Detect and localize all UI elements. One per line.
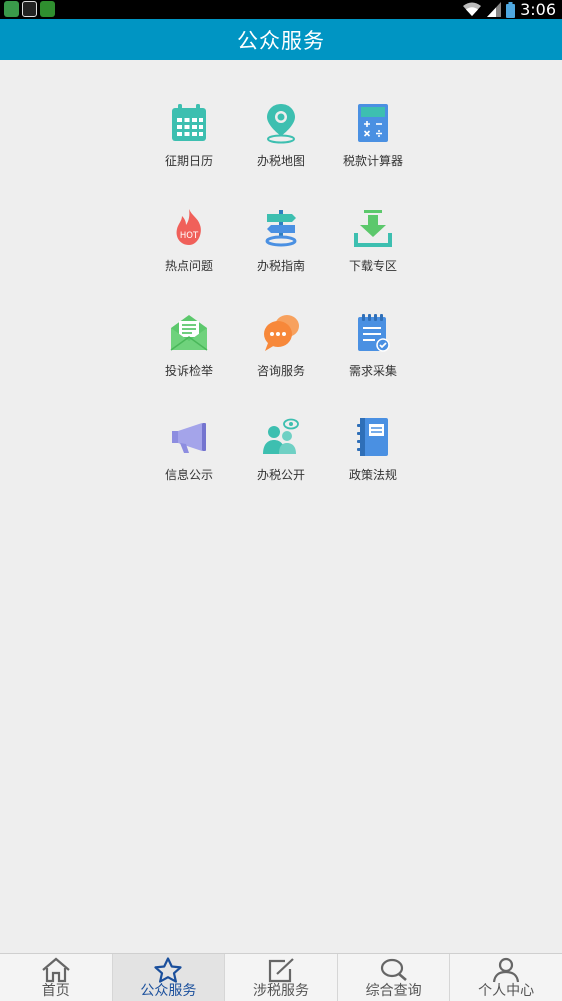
hot-flame-icon: HOT	[176, 209, 201, 245]
tile-label: 热点问题	[164, 259, 213, 273]
tile-tax-calculator[interactable]: 税款计算器	[327, 102, 419, 192]
calculator-icon	[358, 104, 388, 142]
nav-label: 公众服务	[140, 983, 197, 999]
nav-label: 涉税服务	[252, 983, 309, 999]
map-pin-icon	[267, 104, 295, 144]
battery-icon	[506, 1, 516, 18]
shield-notification-icon	[22, 1, 37, 17]
signpost-icon	[265, 210, 297, 247]
wifi-icon	[463, 2, 482, 16]
person-icon	[493, 957, 520, 983]
signal-icon	[487, 2, 502, 17]
nav-label: 个人中心	[478, 983, 535, 999]
tile-label: 征期日历	[164, 154, 213, 168]
tile-hot-questions[interactable]: HOT 热点问题	[143, 207, 235, 297]
nav-home[interactable]: 首页	[0, 954, 113, 1001]
page-title: 公众服务	[237, 28, 325, 53]
status-bar: 3:06	[0, 0, 562, 19]
tile-label: 办税指南	[256, 259, 305, 273]
tile-consulting-service[interactable]: 咨询服务	[235, 312, 327, 402]
tile-label: 信息公示	[164, 468, 213, 482]
tile-label: 咨询服务	[256, 364, 305, 378]
tile-policy-regulations[interactable]: 政策法规	[327, 416, 419, 506]
nav-query[interactable]: 综合查询	[338, 954, 451, 1001]
megaphone-icon	[172, 423, 206, 453]
tile-label: 办税地图	[256, 154, 305, 168]
nav-tax-service[interactable]: 涉税服务	[225, 954, 338, 1001]
tile-tax-calendar[interactable]: 征期日历	[143, 102, 235, 192]
tile-complaint-report[interactable]: 投诉检举	[143, 312, 235, 402]
notepad-check-icon	[358, 314, 390, 352]
envelope-icon	[170, 315, 208, 351]
chat-bubbles-icon	[264, 315, 299, 351]
download-icon	[354, 210, 392, 247]
tile-label: 投诉检举	[164, 364, 213, 378]
star-icon	[154, 957, 182, 983]
nav-public-service[interactable]: 公众服务	[112, 954, 226, 1001]
tile-info-disclosure[interactable]: 信息公示	[143, 416, 235, 506]
notification-icons	[4, 1, 55, 17]
book-icon	[357, 418, 388, 456]
nav-label: 综合查询	[365, 983, 422, 999]
nav-label: 首页	[41, 983, 70, 999]
clock: 3:06	[520, 0, 556, 19]
users-eye-icon	[263, 418, 299, 454]
nav-personal-center[interactable]: 个人中心	[450, 954, 562, 1001]
tile-label: 下载专区	[348, 259, 397, 273]
search-icon	[380, 958, 407, 981]
tile-label: 办税公开	[256, 468, 305, 482]
title-bar: 公众服务	[0, 19, 562, 60]
home-icon	[42, 957, 70, 983]
bottom-nav: 首页 公众服务 涉税服务 综合查询 个人中心	[0, 953, 562, 1001]
trash-notification-icon	[40, 1, 55, 17]
calendar-icon	[172, 104, 206, 141]
tile-label: 税款计算器	[342, 154, 403, 168]
tile-download-area[interactable]: 下载专区	[327, 207, 419, 297]
tile-label: 政策法规	[348, 468, 397, 482]
edit-icon	[268, 958, 294, 983]
tile-tax-guide[interactable]: 办税指南	[235, 207, 327, 297]
tile-tax-openness[interactable]: 办税公开	[235, 416, 327, 506]
tile-label: 需求采集	[348, 364, 397, 378]
tile-demand-collection[interactable]: 需求采集	[327, 312, 419, 402]
app-notification-icon	[4, 1, 19, 17]
hot-badge: HOT	[180, 231, 199, 241]
tile-tax-map[interactable]: 办税地图	[235, 102, 327, 192]
